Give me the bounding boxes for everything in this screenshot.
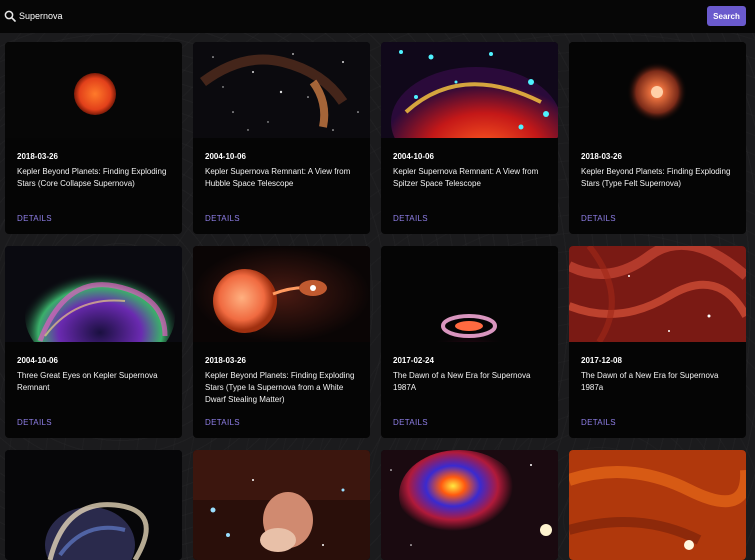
- card-title: Three Great Eyes on Kepler Supernova Rem…: [17, 371, 158, 392]
- result-card[interactable]: 2018-03-26 Kepler Beyond Planets: Findin…: [5, 42, 182, 234]
- result-card[interactable]: 2018-03-26 Kepler Beyond Planets: Findin…: [193, 246, 370, 438]
- card-image: [569, 246, 746, 342]
- details-link[interactable]: DETAILS: [581, 214, 616, 223]
- details-link[interactable]: DETAILS: [393, 214, 428, 223]
- card-date: 2004-10-06: [393, 152, 434, 161]
- details-link[interactable]: DETAILS: [205, 418, 240, 427]
- card-title: Kepler Beyond Planets: Finding Exploding…: [205, 371, 355, 404]
- result-card[interactable]: [5, 450, 182, 560]
- search-input[interactable]: [19, 7, 679, 25]
- card-title: Kepler Supernova Remnant: A View from Sp…: [393, 167, 539, 188]
- search-icon: [4, 10, 16, 22]
- card-image: [569, 450, 746, 560]
- card-date: 2017-12-08: [581, 356, 622, 365]
- card-date: 2017-02-24: [393, 356, 434, 365]
- card-date: 2018-03-26: [17, 152, 58, 161]
- card-image: [193, 42, 370, 138]
- result-card[interactable]: [569, 450, 746, 560]
- result-card[interactable]: 2004-10-06 Kepler Supernova Remnant: A V…: [193, 42, 370, 234]
- card-date: 2018-03-26: [581, 152, 622, 161]
- card-image: [381, 42, 558, 138]
- card-image: [5, 246, 182, 342]
- results-grid: 2018-03-26 Kepler Beyond Planets: Findin…: [0, 0, 755, 560]
- result-card[interactable]: 2018-03-26 Kepler Beyond Planets: Findin…: [569, 42, 746, 234]
- card-image: [5, 450, 182, 560]
- result-card[interactable]: 2004-10-06 Kepler Supernova Remnant: A V…: [381, 42, 558, 234]
- result-card[interactable]: [381, 450, 558, 560]
- card-image: [381, 246, 558, 342]
- card-image: [569, 42, 746, 138]
- search-bar: Search: [0, 0, 755, 33]
- card-image: [193, 246, 370, 342]
- result-card[interactable]: [193, 450, 370, 560]
- card-title: Kepler Beyond Planets: Finding Exploding…: [581, 167, 731, 188]
- card-date: 2018-03-26: [205, 356, 246, 365]
- details-link[interactable]: DETAILS: [17, 214, 52, 223]
- result-card[interactable]: 2017-02-24 The Dawn of a New Era for Sup…: [381, 246, 558, 438]
- card-date: 2004-10-06: [17, 356, 58, 365]
- details-link[interactable]: DETAILS: [393, 418, 428, 427]
- result-card[interactable]: 2004-10-06 Three Great Eyes on Kepler Su…: [5, 246, 182, 438]
- card-date: 2004-10-06: [205, 152, 246, 161]
- result-card[interactable]: 2017-12-08 The Dawn of a New Era for Sup…: [569, 246, 746, 438]
- card-image: [381, 450, 558, 560]
- search-button[interactable]: Search: [707, 6, 746, 26]
- card-title: Kepler Beyond Planets: Finding Exploding…: [17, 167, 167, 188]
- card-title: The Dawn of a New Era for Supernova 1987…: [581, 371, 719, 392]
- details-link[interactable]: DETAILS: [17, 418, 52, 427]
- details-link[interactable]: DETAILS: [581, 418, 616, 427]
- card-title: The Dawn of a New Era for Supernova 1987…: [393, 371, 531, 392]
- details-link[interactable]: DETAILS: [205, 214, 240, 223]
- card-image: [193, 450, 370, 560]
- card-title: Kepler Supernova Remnant: A View from Hu…: [205, 167, 351, 188]
- card-image: [5, 42, 182, 138]
